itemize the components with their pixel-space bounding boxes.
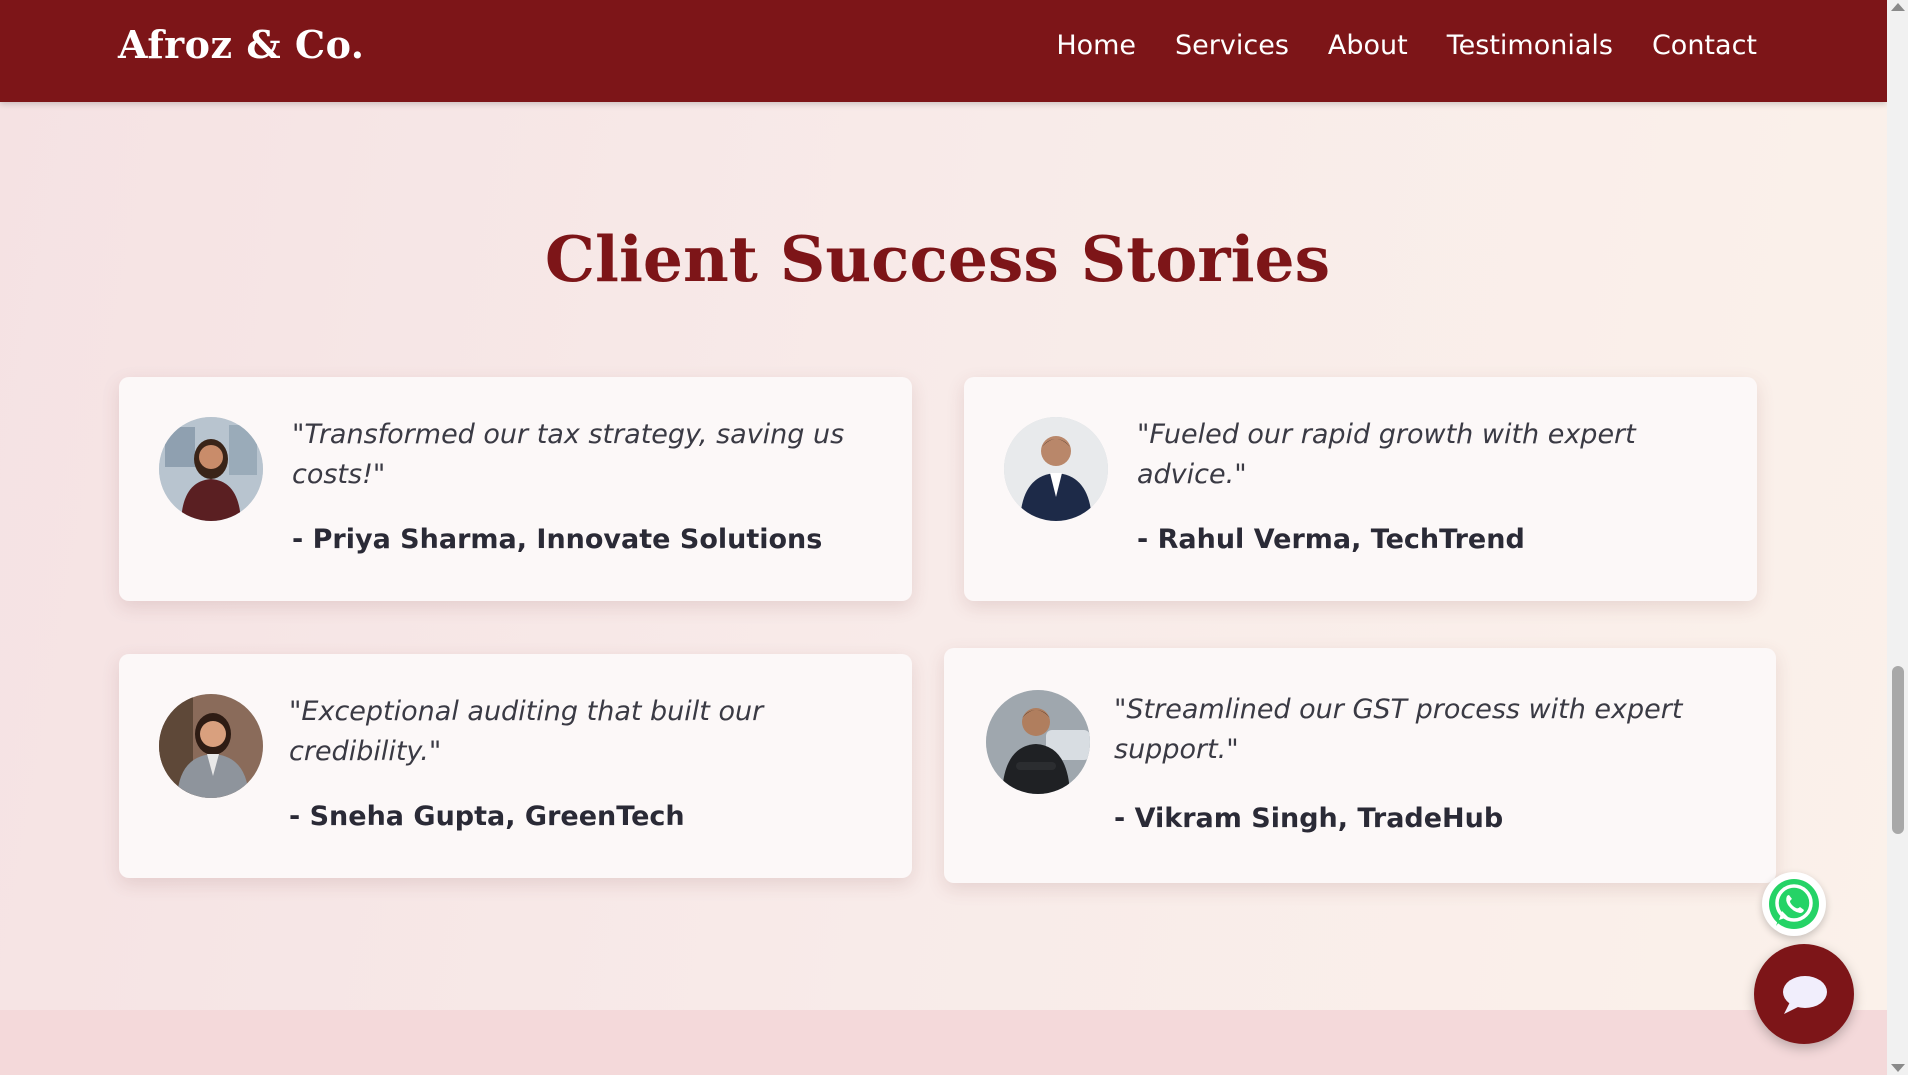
testimonial-author: - Priya Sharma, Innovate Solutions (292, 524, 823, 555)
testimonial-author: - Rahul Verma, TechTrend (1137, 524, 1525, 555)
whatsapp-icon (1769, 879, 1819, 929)
testimonial-quote: "Transformed our tax strategy, saving us… (292, 419, 845, 490)
testimonial-author: - Vikram Singh, TradeHub (1114, 803, 1504, 834)
testimonial-card: "Transformed our tax strategy, saving us… (119, 377, 912, 601)
brand-logo[interactable]: Afroz & Co. (118, 22, 365, 67)
testimonial-card: "Streamlined our GST process with expert… (944, 648, 1776, 883)
page: Afroz & Co. Home Services About Testimon… (0, 0, 1887, 1075)
chat-bubble-icon (1783, 976, 1827, 1014)
section-title: Client Success Stories (544, 222, 1331, 296)
nav-link-home[interactable]: Home (1056, 30, 1136, 61)
scroll-down-arrow-icon[interactable] (1891, 1064, 1905, 1072)
nav-link-about[interactable]: About (1328, 30, 1408, 61)
scroll-up-arrow-icon[interactable] (1891, 3, 1905, 11)
next-section-band (0, 1010, 1887, 1075)
testimonial-author: - Sneha Gupta, GreenTech (289, 801, 685, 832)
testimonial-quote: "Streamlined our GST process with expert… (1114, 694, 1683, 765)
scrollbar-thumb[interactable] (1892, 666, 1904, 834)
whatsapp-button[interactable] (1762, 872, 1826, 936)
nav-menu: Home Services About Testimonials Contact (1056, 30, 1757, 61)
navbar: Afroz & Co. Home Services About Testimon… (0, 0, 1887, 102)
testimonial-card: "Exceptional auditing that built our cre… (119, 654, 912, 878)
nav-link-contact[interactable]: Contact (1652, 30, 1757, 61)
testimonial-quote: "Fueled our rapid growth with expert adv… (1137, 419, 1636, 490)
avatar (1004, 417, 1108, 521)
avatar (159, 417, 263, 521)
testimonial-quote: "Exceptional auditing that built our cre… (289, 696, 764, 767)
testimonial-card: "Fueled our rapid growth with expert adv… (964, 377, 1757, 601)
nav-link-testimonials[interactable]: Testimonials (1447, 30, 1613, 61)
avatar (159, 694, 263, 798)
chat-button[interactable] (1754, 944, 1854, 1044)
avatar (986, 690, 1090, 794)
scrollbar[interactable] (1887, 0, 1908, 1075)
nav-link-services[interactable]: Services (1175, 30, 1289, 61)
